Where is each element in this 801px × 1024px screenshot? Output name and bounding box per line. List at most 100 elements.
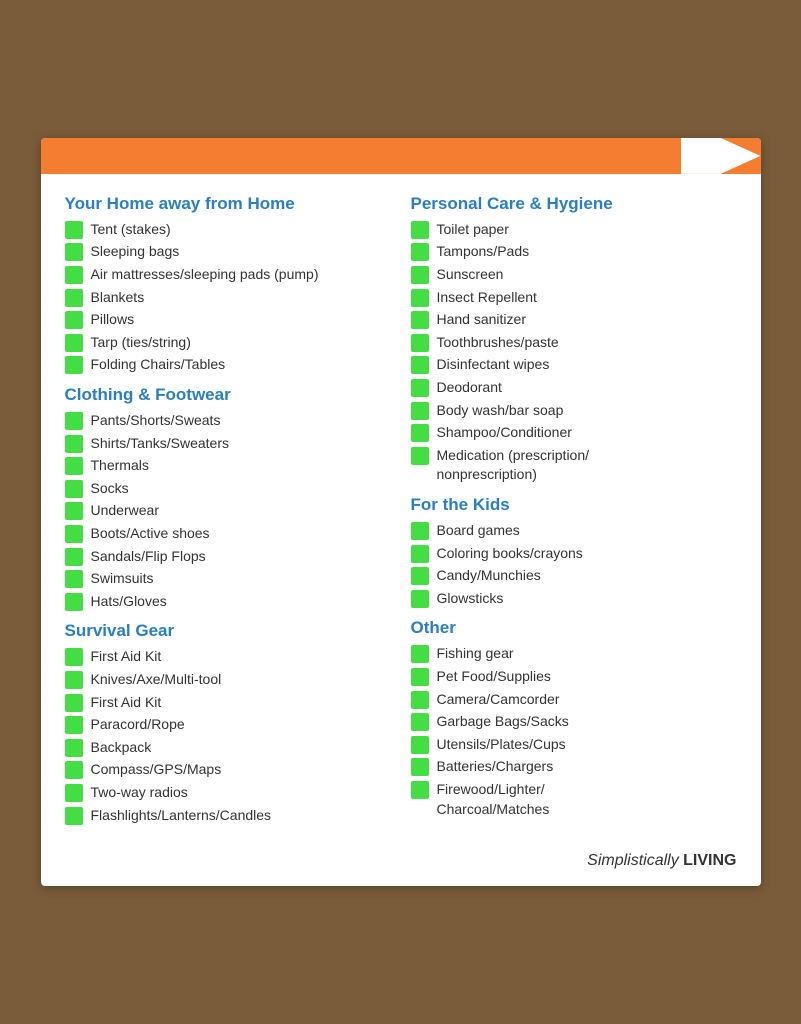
checkbox-icon[interactable] (411, 736, 429, 754)
item-label: Thermals (91, 456, 391, 476)
checkbox-icon[interactable] (65, 694, 83, 712)
checkbox-icon[interactable] (411, 545, 429, 563)
checkbox-icon[interactable] (411, 289, 429, 307)
content-area: Your Home away from Home Tent (stakes)Sle… (41, 174, 761, 848)
checkbox-icon[interactable] (411, 243, 429, 261)
section-title-left-1: Clothing & Footwear (65, 385, 391, 405)
checkbox-icon[interactable] (65, 266, 83, 284)
item-label: Socks (91, 479, 391, 499)
item-label: Paracord/Rope (91, 715, 391, 735)
list-item: Blankets (65, 288, 391, 308)
checkbox-icon[interactable] (411, 713, 429, 731)
item-label: First Aid Kit (91, 693, 391, 713)
section-title-right-0: Personal Care & Hygiene (411, 194, 737, 214)
item-label: Air mattresses/sleeping pads (pump) (91, 265, 391, 285)
list-item: Garbage Bags/Sacks (411, 712, 737, 732)
item-label: Disinfectant wipes (437, 355, 737, 375)
checkbox-icon[interactable] (65, 548, 83, 566)
list-item: Hats/Gloves (65, 592, 391, 612)
checkbox-icon[interactable] (65, 221, 83, 239)
checkbox-icon[interactable] (411, 356, 429, 374)
checkbox-icon[interactable] (411, 379, 429, 397)
checkbox-icon[interactable] (65, 784, 83, 802)
checkbox-icon[interactable] (411, 311, 429, 329)
item-label: Pillows (91, 310, 391, 330)
checkbox-icon[interactable] (411, 691, 429, 709)
item-label: Sunscreen (437, 265, 737, 285)
list-item: Camera/Camcorder (411, 690, 737, 710)
list-item: Tampons/Pads (411, 242, 737, 262)
checkbox-icon[interactable] (65, 716, 83, 734)
item-label: Toothbrushes/paste (437, 333, 737, 353)
left-column: Your Home away from Home Tent (stakes)Sle… (65, 194, 391, 828)
checkbox-icon[interactable] (65, 739, 83, 757)
header (41, 138, 761, 174)
checkbox-icon[interactable] (411, 447, 429, 465)
checkbox-icon[interactable] (65, 243, 83, 261)
list-item: Underwear (65, 501, 391, 521)
section-title-left-0: Your Home away from Home (65, 194, 391, 214)
checkbox-icon[interactable] (411, 781, 429, 799)
checkbox-icon[interactable] (411, 645, 429, 663)
checkbox-icon[interactable] (411, 522, 429, 540)
checkbox-icon[interactable] (65, 356, 83, 374)
checkbox-icon[interactable] (411, 758, 429, 776)
item-label: Folding Chairs/Tables (91, 355, 391, 375)
item-label: Underwear (91, 501, 391, 521)
checkbox-icon[interactable] (65, 761, 83, 779)
list-item: Batteries/Chargers (411, 757, 737, 777)
item-label: Toilet paper (437, 220, 737, 240)
item-label: Firewood/Lighter/ Charcoal/Matches (437, 780, 737, 819)
section-title-left-2: Survival Gear (65, 621, 391, 641)
item-label: Camera/Camcorder (437, 690, 737, 710)
checkbox-icon[interactable] (65, 480, 83, 498)
item-label: Compass/GPS/Maps (91, 760, 391, 780)
checkbox-icon[interactable] (65, 525, 83, 543)
checkbox-icon[interactable] (65, 435, 83, 453)
list-item: First Aid Kit (65, 693, 391, 713)
item-label: Shampoo/Conditioner (437, 423, 737, 443)
list-item: Glowsticks (411, 589, 737, 609)
checkbox-icon[interactable] (65, 502, 83, 520)
checkbox-icon[interactable] (411, 334, 429, 352)
checkbox-icon[interactable] (65, 807, 83, 825)
checkbox-icon[interactable] (65, 648, 83, 666)
checkbox-icon[interactable] (65, 334, 83, 352)
list-item: Flashlights/Lanterns/Candles (65, 806, 391, 826)
item-label: Blankets (91, 288, 391, 308)
checkbox-icon[interactable] (65, 671, 83, 689)
checkbox-icon[interactable] (65, 311, 83, 329)
list-item: Board games (411, 521, 737, 541)
checkbox-icon[interactable] (411, 424, 429, 442)
list-item: Pillows (65, 310, 391, 330)
item-label: Utensils/Plates/Cups (437, 735, 737, 755)
checkbox-icon[interactable] (65, 412, 83, 430)
checkbox-icon[interactable] (65, 289, 83, 307)
brand-bold: LIVING (683, 852, 736, 869)
checkbox-icon[interactable] (65, 570, 83, 588)
checkbox-icon[interactable] (65, 593, 83, 611)
checkbox-icon[interactable] (411, 668, 429, 686)
item-label: Pants/Shorts/Sweats (91, 411, 391, 431)
checkbox-icon[interactable] (411, 567, 429, 585)
list-item: Firewood/Lighter/ Charcoal/Matches (411, 780, 737, 819)
checkbox-icon[interactable] (411, 221, 429, 239)
item-label: Insect Repellent (437, 288, 737, 308)
checkbox-icon[interactable] (65, 457, 83, 475)
list-item: Thermals (65, 456, 391, 476)
item-label: Sleeping bags (91, 242, 391, 262)
checkbox-icon[interactable] (411, 402, 429, 420)
checkbox-icon[interactable] (411, 266, 429, 284)
item-label: Deodorant (437, 378, 737, 398)
list-item: Shampoo/Conditioner (411, 423, 737, 443)
item-label: Garbage Bags/Sacks (437, 712, 737, 732)
checkbox-icon[interactable] (411, 590, 429, 608)
list-item: Socks (65, 479, 391, 499)
list-item: Folding Chairs/Tables (65, 355, 391, 375)
list-item: Sandals/Flip Flops (65, 547, 391, 567)
list-item: Tent (stakes) (65, 220, 391, 240)
list-item: Disinfectant wipes (411, 355, 737, 375)
item-label: Tent (stakes) (91, 220, 391, 240)
list-item: Hand sanitizer (411, 310, 737, 330)
header-arrow-decoration (681, 138, 761, 174)
